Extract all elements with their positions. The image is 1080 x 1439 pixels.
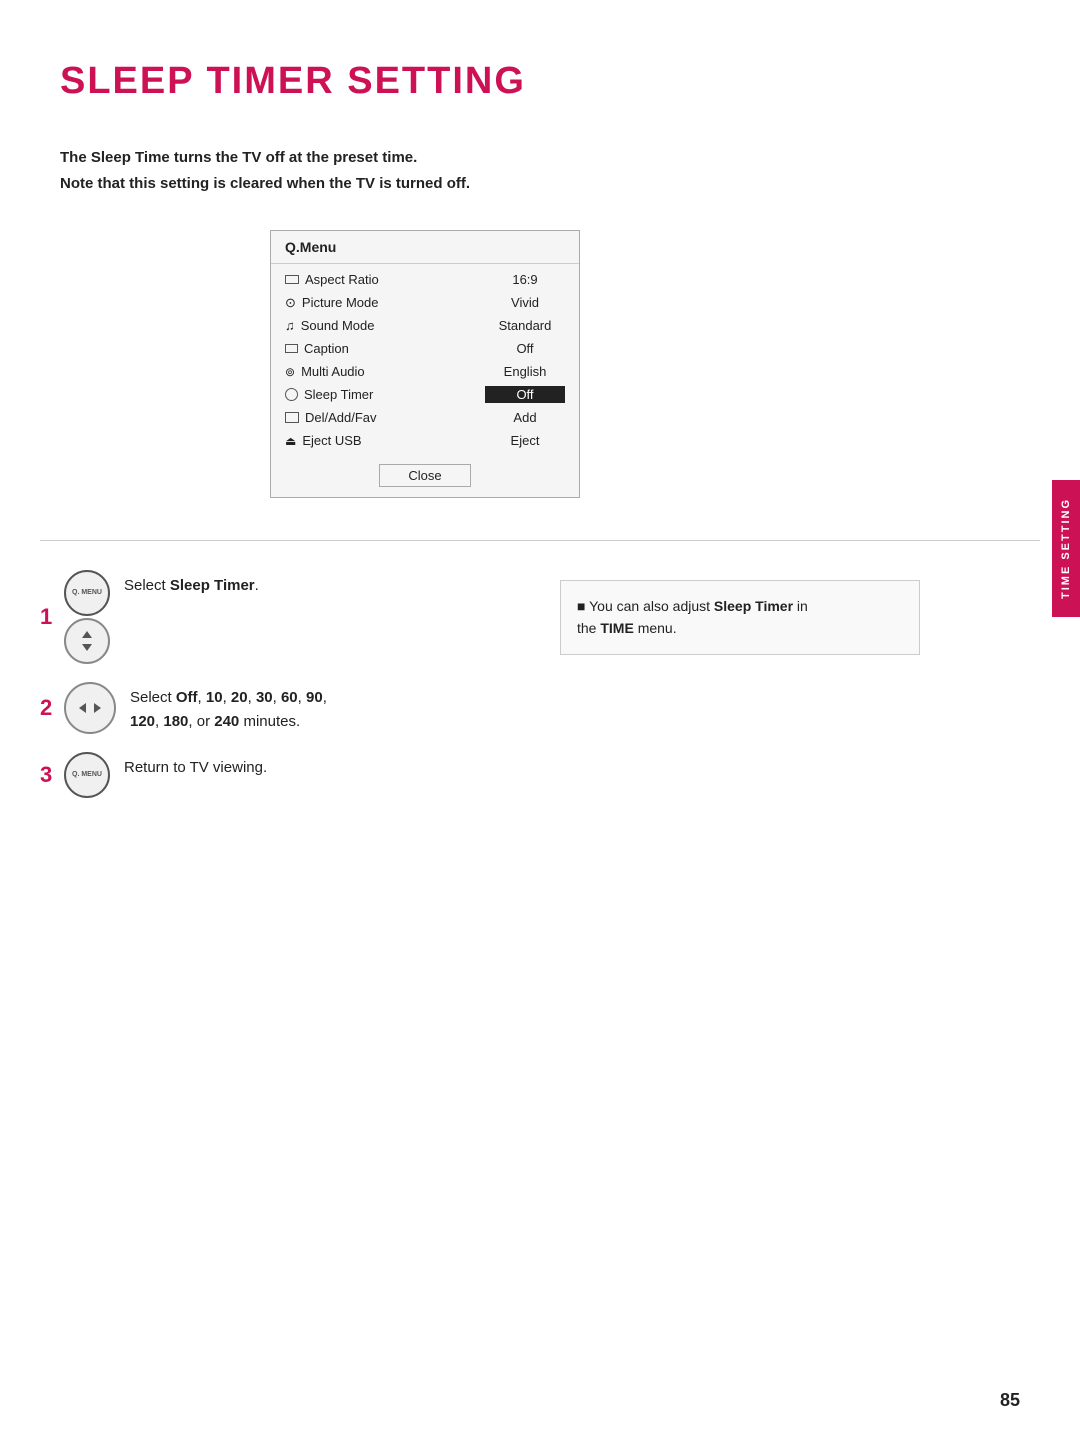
del-add-fav-icon [285,412,299,423]
qmenu-row-sound-mode: ♫ Sound Mode Standard [271,314,579,337]
qmenu-label-text: Q. MENU [72,589,102,597]
multi-audio-label: Multi Audio [301,364,365,379]
del-add-fav-label: Del/Add/Fav [305,410,377,425]
sleep-timer-icon [285,388,298,401]
qmenu-row-picture-mode: ⊙ Picture Mode Vivid [271,291,579,314]
nav-leftright-icon [64,682,116,734]
qmenu-close-button[interactable]: Close [379,464,470,487]
qmenu-row-del-add-fav: Del/Add/Fav Add [271,406,579,429]
del-add-fav-value: Add [485,409,565,426]
qmenu-label-text-2: Q. MENU [72,771,102,779]
qmenu-row-multi-audio: ⊚ Multi Audio English [271,360,579,383]
sound-mode-value: Standard [485,317,565,334]
step-2-text: Select Off, 10, 20, 30, 60, 90, 120, 180… [130,682,327,734]
qmenu-box: Q.Menu Aspect Ratio 16:9 ⊙ Picture Mode … [270,230,580,498]
qmenu-row-caption: Caption Off [271,337,579,360]
sound-mode-label: Sound Mode [301,318,375,333]
picture-mode-icon: ⊙ [285,295,296,311]
aspect-ratio-label: Aspect Ratio [305,272,379,287]
qmenu-close-row: Close [271,456,579,497]
picture-mode-label: Picture Mode [302,295,379,310]
section-divider [40,540,1040,541]
multi-audio-value: English [485,363,565,380]
side-tab: TIME SETTING [1052,480,1080,617]
step-3-number: 3 [40,762,56,788]
step-3: 3 Q. MENU Return to TV viewing. [40,752,1040,798]
qmenu-button-icon: Q. MENU [64,570,110,664]
sleep-timer-label: Sleep Timer [304,387,373,402]
page-title: SLEEP TIMER SETTING [60,60,526,103]
eject-usb-value: Eject [485,432,565,449]
eject-usb-label: Eject USB [302,433,361,448]
qmenu-button-icon-2: Q. MENU [64,752,110,798]
qmenu-title: Q.Menu [271,231,579,264]
multi-audio-icon: ⊚ [285,365,295,379]
intro-text: The Sleep Time turns the TV off at the p… [60,145,470,196]
sound-mode-icon: ♫ [285,318,295,333]
step-1-text: Select Sleep Timer. [124,570,259,598]
picture-mode-value: Vivid [485,294,565,311]
aspect-ratio-value: 16:9 [485,271,565,288]
page-number: 85 [1000,1390,1020,1411]
intro-line2: Note that this setting is cleared when t… [60,171,470,197]
arrow-up-icon [82,631,92,638]
arrow-down-icon [82,644,92,651]
sleep-timer-value: Off [485,386,565,403]
caption-value: Off [485,340,565,357]
caption-icon [285,344,298,353]
caption-label: Caption [304,341,349,356]
qmenu-row-aspect-ratio: Aspect Ratio 16:9 [271,268,579,291]
step-1-number: 1 [40,604,56,630]
qmenu-row-sleep-timer: Sleep Timer Off [271,383,579,406]
nav-updown-icon [64,618,110,664]
step-2-number: 2 [40,695,56,721]
intro-line1: The Sleep Time turns the TV off at the p… [60,145,470,171]
aspect-ratio-icon [285,275,299,284]
eject-usb-icon: ⏏ [285,434,296,448]
step-2: 2 Select Off, 10, 20, 30, 60, 90, 120, 1… [40,682,1040,734]
step-3-text: Return to TV viewing. [124,752,267,780]
qmenu-row-eject-usb: ⏏ Eject USB Eject [271,429,579,452]
side-note: ■ You can also adjust Sleep Timer in the… [560,580,920,655]
arrow-right-icon [94,703,101,713]
qmenu-rows: Aspect Ratio 16:9 ⊙ Picture Mode Vivid ♫… [271,264,579,456]
side-note-bullet: ■ [577,598,585,614]
arrow-left-icon [79,703,86,713]
